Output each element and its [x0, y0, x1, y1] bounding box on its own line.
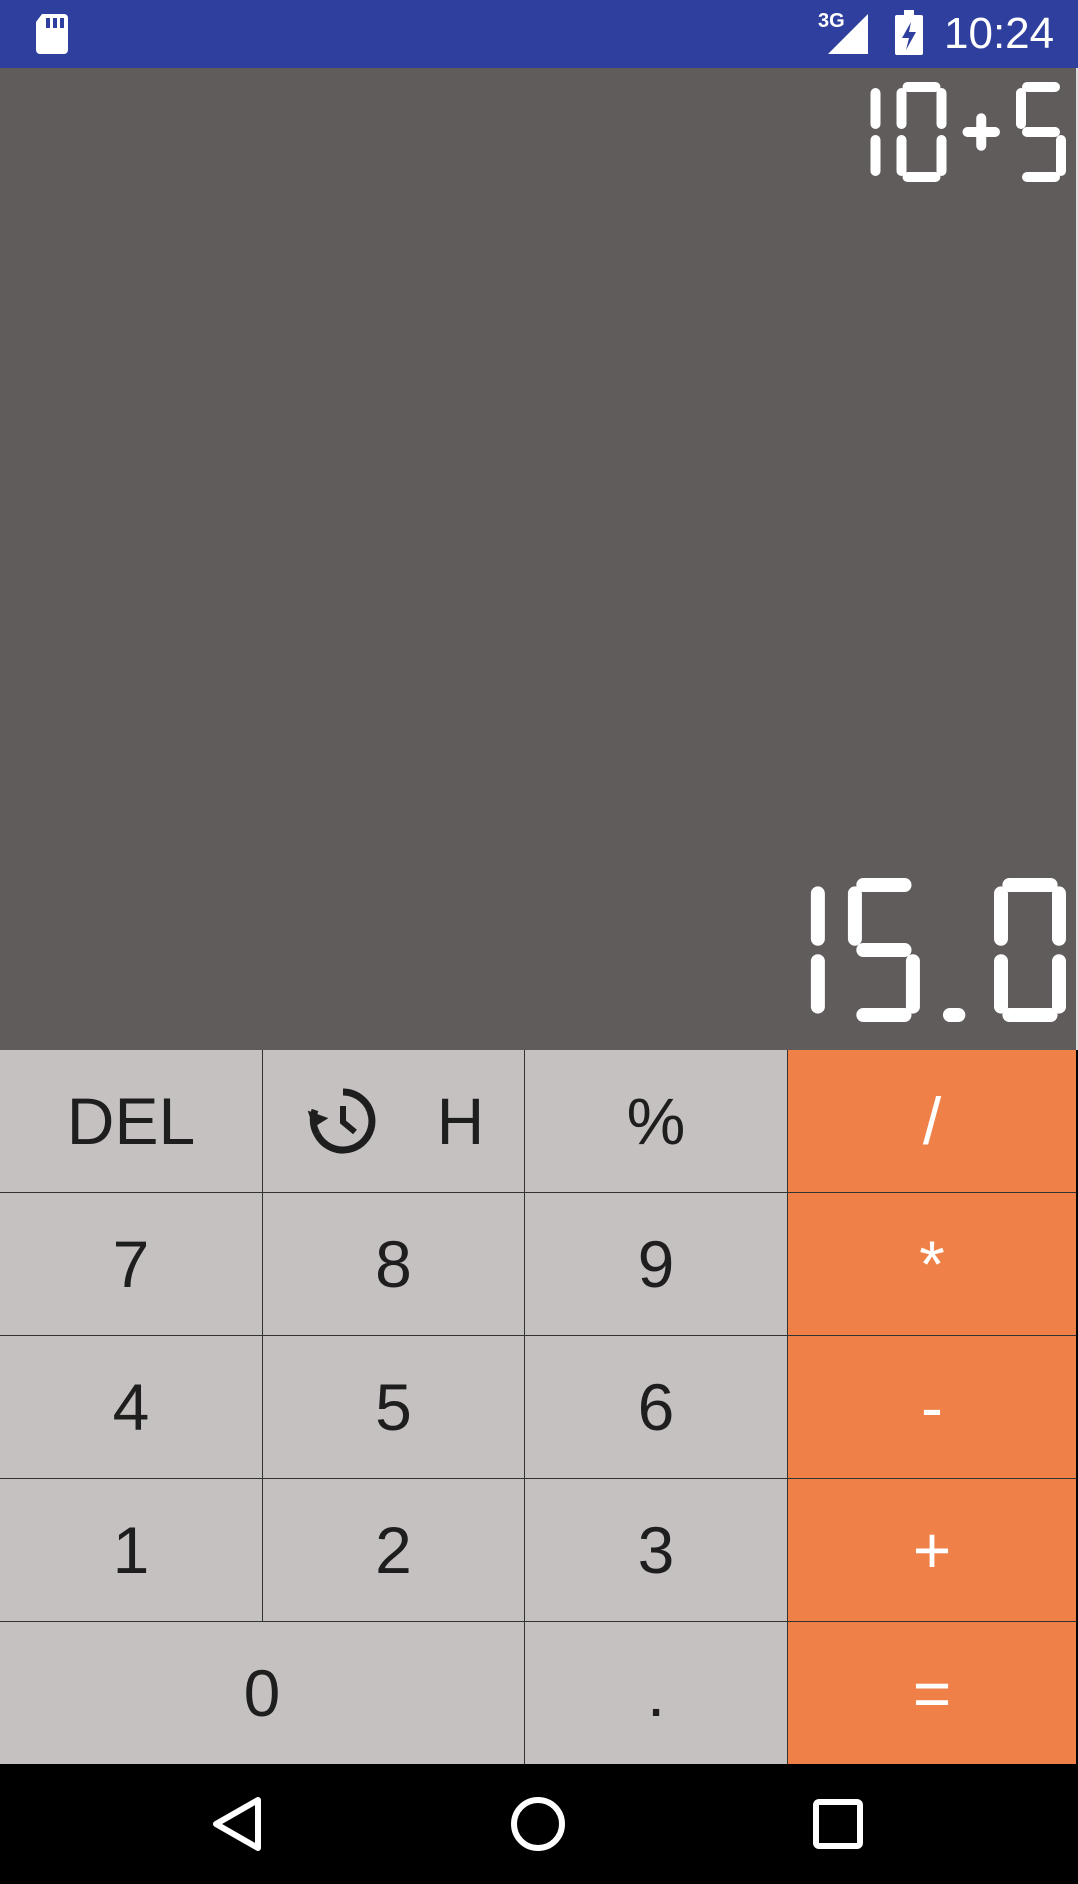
percent-button[interactable]: % [525, 1050, 788, 1193]
display-glyph [942, 1008, 966, 1022]
history-button-label: H [436, 1084, 485, 1158]
display-segment [856, 1008, 912, 1022]
display-segment [1002, 1008, 1058, 1022]
display-segment [810, 886, 825, 946]
recents-icon[interactable] [808, 1794, 868, 1854]
home-icon[interactable] [508, 1794, 568, 1854]
digit-7-label: 7 [112, 1227, 150, 1301]
display-glyph [896, 82, 947, 182]
display-segment [936, 88, 947, 129]
display-segment [994, 954, 1008, 1014]
digit-1-label: 1 [112, 1513, 150, 1587]
navigation-bar [0, 1764, 1078, 1884]
display-glyph [962, 113, 1000, 151]
history-button[interactable]: H [263, 1050, 525, 1193]
display-segment [936, 135, 947, 176]
display-segment [1022, 172, 1060, 182]
display-glyph [870, 88, 881, 176]
display-glyph [847, 878, 920, 1022]
digit-3-label: 3 [637, 1513, 675, 1587]
digit-9-button[interactable]: 9 [525, 1193, 788, 1336]
back-icon[interactable] [208, 1794, 268, 1854]
display-segment [896, 135, 907, 176]
history-icon [307, 1088, 376, 1154]
digit-8-label: 8 [375, 1227, 412, 1301]
display-glyph [994, 878, 1066, 1022]
multiply-button-label: * [919, 1227, 945, 1301]
display-segment [1056, 135, 1066, 176]
digit-6-button[interactable]: 6 [525, 1336, 788, 1479]
digit-4-label: 4 [112, 1370, 150, 1444]
decimal-point-button[interactable]: . [525, 1622, 788, 1764]
digit-6-label: 6 [637, 1370, 675, 1444]
digit-0-label: 0 [243, 1656, 281, 1730]
del-button-label: DEL [66, 1084, 196, 1158]
divide-button[interactable]: / [788, 1050, 1076, 1193]
display-segment [870, 135, 881, 176]
battery-charging-icon [895, 10, 923, 55]
display-segment [810, 954, 825, 1014]
digit-1-button[interactable]: 1 [0, 1479, 263, 1622]
status-bar: 3G 10:24 [0, 0, 1078, 68]
equals-button[interactable]: = [788, 1622, 1076, 1764]
add-button-label: + [912, 1513, 952, 1587]
keypad: DEL H % / 7 8 9 * 4 5 6 - 1 2 3 + 0 . = [0, 1050, 1076, 1764]
digit-5-button[interactable]: 5 [263, 1336, 525, 1479]
digit-7-button[interactable]: 7 [0, 1193, 263, 1336]
display-segment [856, 943, 912, 957]
display-segment [1052, 886, 1066, 946]
calculator-display [0, 68, 1078, 1050]
display-segment [1052, 954, 1066, 1014]
equals-button-label: = [912, 1656, 952, 1730]
display-segment [902, 82, 941, 92]
digit-5-label: 5 [375, 1370, 412, 1444]
digit-2-button[interactable]: 2 [263, 1479, 525, 1622]
display-segment [1022, 127, 1060, 137]
display-segment [896, 88, 907, 129]
add-button[interactable]: + [788, 1479, 1076, 1622]
display-segment [902, 172, 941, 182]
display-segment [1016, 88, 1026, 129]
expression-display [870, 82, 1066, 182]
display-segment [942, 1008, 966, 1022]
display-glyph [1016, 82, 1066, 182]
display-segment [1022, 82, 1060, 92]
del-button[interactable]: DEL [0, 1050, 263, 1193]
display-segment [856, 878, 912, 892]
digit-8-button[interactable]: 8 [263, 1193, 525, 1336]
display-glyph [810, 886, 825, 1014]
signal-icon [828, 14, 868, 54]
digit-9-label: 9 [637, 1227, 675, 1301]
display-segment [905, 954, 920, 1014]
sd-card-icon [36, 14, 68, 54]
display-segment [847, 886, 862, 946]
subtract-button-label: - [921, 1370, 943, 1444]
digit-2-label: 2 [375, 1513, 412, 1587]
display-segment [976, 113, 987, 151]
digit-0-button[interactable]: 0 [0, 1622, 525, 1764]
display-segment [870, 88, 881, 129]
percent-button-label: % [626, 1084, 686, 1158]
result-display [810, 878, 1066, 1022]
display-segment [994, 886, 1008, 946]
subtract-button[interactable]: - [788, 1336, 1076, 1479]
multiply-button[interactable]: * [788, 1193, 1076, 1336]
divide-button-label: / [922, 1084, 942, 1158]
clock: 10:24 [944, 9, 1055, 58]
digit-3-button[interactable]: 3 [525, 1479, 788, 1622]
decimal-point-label: . [646, 1656, 666, 1730]
display-segment [1002, 878, 1058, 892]
digit-4-button[interactable]: 4 [0, 1336, 263, 1479]
